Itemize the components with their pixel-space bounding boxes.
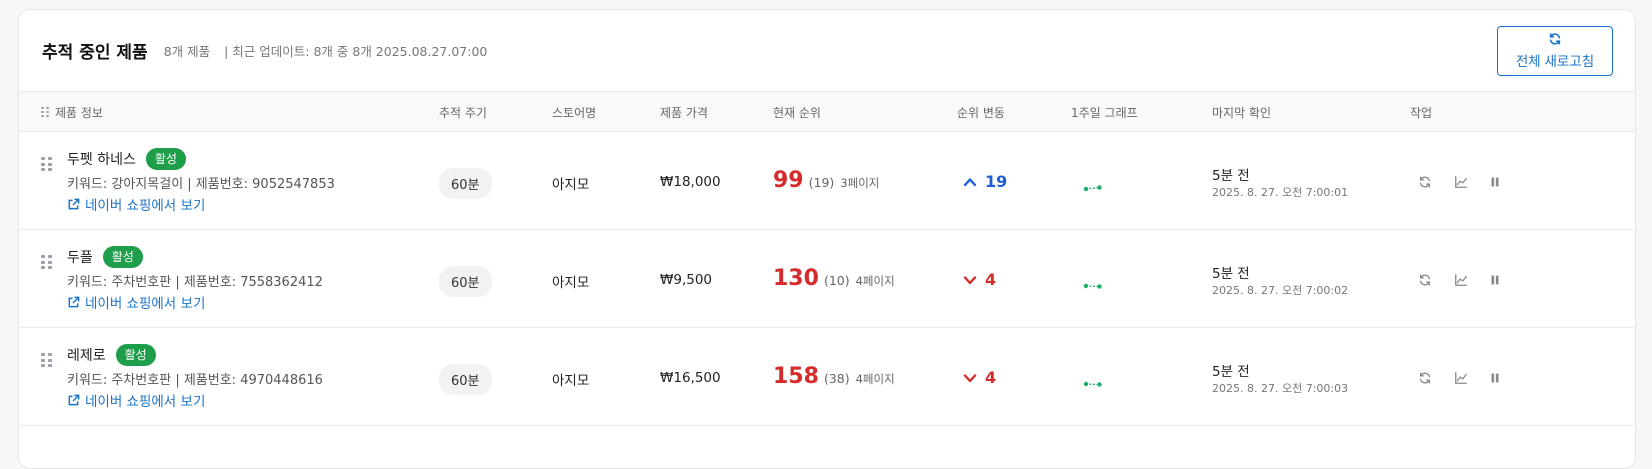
column-last-check: 마지막 확인 [1212, 106, 1272, 120]
refresh-row-button[interactable] [1418, 272, 1432, 291]
refresh-icon [1419, 372, 1431, 384]
store-name: 아지모 [552, 275, 590, 291]
product-price: ₩9,500 [660, 272, 712, 288]
rank-change: 4 [963, 368, 996, 387]
arrow-down-icon [963, 373, 977, 382]
pause-button[interactable] [1488, 370, 1502, 389]
interval-pill: 60분 [439, 266, 492, 297]
table-header: 제품 정보 추적 주기 스토어명 제품 가격 현재 순위 순위 변동 1주일 그… [19, 92, 1635, 132]
drag-handle-icon[interactable] [41, 157, 52, 172]
tracked-products-panel: 추적 중인 제품 8개 제품 | 최근 업데이트: 8개 중 8개 2025.0… [18, 9, 1636, 469]
refresh-icon [1419, 274, 1431, 286]
column-graph: 1주일 그래프 [1071, 106, 1138, 120]
rank-value: 130 [773, 266, 819, 291]
product-count: 8개 제품 [163, 44, 211, 59]
column-store: 스토어명 [552, 106, 597, 120]
line-chart-icon [1455, 176, 1467, 188]
current-rank: 158 (38) 4페이지 [773, 364, 895, 389]
naver-shopping-link[interactable]: 네이버 쇼핑에서 보기 [67, 292, 205, 312]
last-check-relative: 5분 전 [1212, 364, 1250, 380]
last-check-relative: 5분 전 [1212, 168, 1250, 184]
drag-handle-icon[interactable] [41, 255, 52, 270]
drag-handle-icon[interactable] [41, 353, 52, 368]
last-update-text: | 최근 업데이트: 8개 중 8개 2025.08.27.07:00 [224, 44, 488, 59]
last-check-timestamp: 2025. 8. 27. 오전 7:00:01 [1212, 186, 1349, 199]
product-name[interactable]: 레제로 활성 [67, 344, 156, 366]
table-row: 레제로 활성 키워드: 주차번호판 | 제품번호: 4970448616 네이버… [19, 328, 1635, 426]
last-check-relative: 5분 전 [1212, 266, 1250, 282]
sparkline-graph[interactable] [1083, 177, 1103, 196]
refresh-icon [1419, 176, 1431, 188]
rank-in-page: (19) [808, 175, 835, 190]
pause-button[interactable] [1488, 272, 1502, 291]
column-product-info: 제품 정보 [41, 104, 103, 121]
page-title: 추적 중인 제품 [42, 43, 148, 63]
rank-change: 4 [963, 270, 996, 289]
keyword-line: 키워드: 주차번호판 | 제품번호: 7558362412 [67, 275, 323, 290]
sparkline-icon [1083, 283, 1102, 289]
rank-value: 158 [773, 364, 819, 389]
status-badge: 활성 [115, 344, 156, 366]
column-interval: 추적 주기 [439, 106, 487, 120]
naver-shopping-link[interactable]: 네이버 쇼핑에서 보기 [67, 390, 205, 410]
sparkline-graph[interactable] [1083, 275, 1103, 294]
rank-in-page: (38) [823, 371, 850, 386]
sparkline-icon [1083, 381, 1102, 387]
refresh-row-button[interactable] [1418, 174, 1432, 193]
external-link-icon [68, 394, 80, 405]
refresh-row-button[interactable] [1418, 370, 1432, 389]
line-chart-icon [1455, 274, 1467, 286]
external-link-icon [68, 296, 80, 307]
column-actions: 작업 [1410, 106, 1433, 120]
interval-pill: 60분 [439, 364, 492, 395]
product-name[interactable]: 두플 활성 [67, 246, 143, 268]
refresh-icon [1549, 33, 1561, 45]
pause-icon [1491, 373, 1499, 383]
external-link-icon [68, 198, 80, 209]
naver-shopping-link[interactable]: 네이버 쇼핑에서 보기 [67, 194, 205, 214]
view-chart-button[interactable] [1454, 174, 1468, 193]
keyword-line: 키워드: 강아지목걸이 | 제품번호: 9052547853 [67, 177, 335, 192]
status-badge: 활성 [145, 148, 186, 170]
view-chart-button[interactable] [1454, 272, 1468, 291]
refresh-all-label: 전체 새로고침 [1515, 54, 1595, 69]
product-name[interactable]: 두펫 하네스 활성 [67, 148, 186, 170]
drag-handle-icon [41, 107, 49, 118]
arrow-up-icon [963, 177, 977, 186]
sparkline-icon [1083, 185, 1102, 192]
rank-page: 3페이지 [840, 176, 880, 190]
pause-button[interactable] [1488, 174, 1502, 193]
interval-pill: 60분 [439, 168, 492, 199]
store-name: 아지모 [552, 177, 590, 193]
column-rank: 현재 순위 [773, 106, 821, 120]
current-rank: 130 (10) 4페이지 [773, 266, 895, 291]
pause-icon [1491, 177, 1499, 187]
last-check-timestamp: 2025. 8. 27. 오전 7:00:03 [1212, 382, 1349, 395]
product-price: ₩16,500 [660, 370, 721, 386]
rank-in-page: (10) [823, 273, 850, 288]
status-badge: 활성 [102, 246, 143, 268]
column-price: 제품 가격 [660, 106, 708, 120]
keyword-line: 키워드: 주차번호판 | 제품번호: 4970448616 [67, 373, 323, 388]
column-change: 순위 변동 [957, 106, 1005, 120]
line-chart-icon [1455, 372, 1467, 384]
current-rank: 99 (19) 3페이지 [773, 168, 879, 193]
rank-value: 99 [773, 168, 804, 193]
store-name: 아지모 [552, 373, 590, 389]
refresh-all-button[interactable]: 전체 새로고침 [1497, 26, 1613, 76]
rank-change: 19 [963, 172, 1007, 191]
rank-page: 4페이지 [855, 372, 895, 386]
table-row: 두펫 하네스 활성 키워드: 강아지목걸이 | 제품번호: 9052547853… [19, 132, 1635, 230]
view-chart-button[interactable] [1454, 370, 1468, 389]
last-check-timestamp: 2025. 8. 27. 오전 7:00:02 [1212, 284, 1349, 297]
rank-page: 4페이지 [855, 274, 895, 288]
sparkline-graph[interactable] [1083, 373, 1103, 392]
panel-header: 추적 중인 제품 8개 제품 | 최근 업데이트: 8개 중 8개 2025.0… [19, 10, 1635, 92]
arrow-down-icon [963, 275, 977, 284]
product-price: ₩18,000 [660, 174, 721, 190]
pause-icon [1491, 275, 1499, 285]
table-row: 두플 활성 키워드: 주차번호판 | 제품번호: 7558362412 네이버 … [19, 230, 1635, 328]
